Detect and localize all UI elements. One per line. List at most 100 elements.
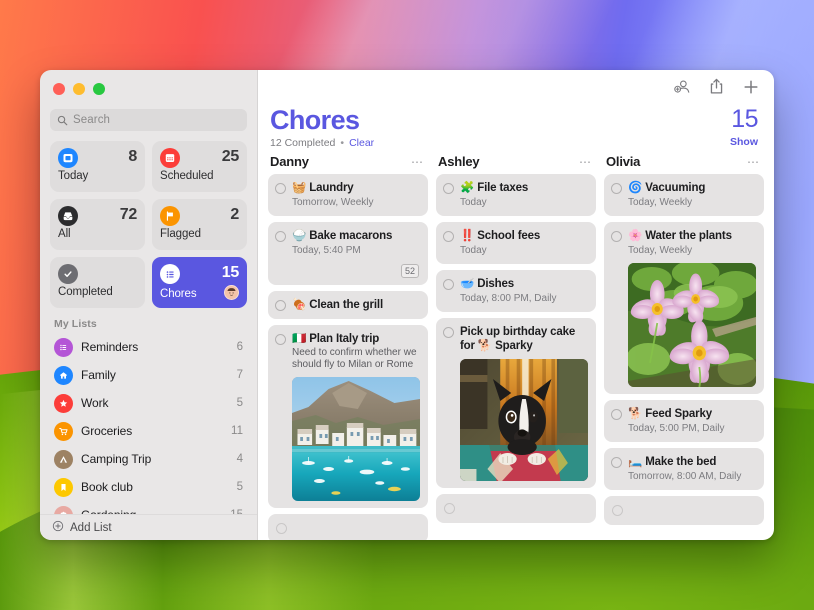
smart-list-today[interactable]: 8 Today <box>50 141 145 192</box>
italy-coast-photo[interactable] <box>292 377 420 501</box>
task-title-text: Clean the grill <box>309 299 383 311</box>
smart-list-scheduled[interactable]: 25 Scheduled <box>152 141 247 192</box>
main-content: Chores 12 Completed • Clear 15 Show Da <box>258 70 774 540</box>
task-checkbox[interactable] <box>275 231 286 242</box>
completed-count-label: 12 Completed <box>270 137 335 149</box>
add-list-button[interactable]: Add List <box>40 514 257 540</box>
column-tasks: 🌀 Vacuuming Today, Weekly 🌸 Water the pl… <box>604 174 764 540</box>
task-row[interactable]: 🧩 File taxes Today <box>436 174 596 216</box>
smart-list-chores[interactable]: 15 Chores <box>152 257 247 308</box>
search-input[interactable]: Search <box>50 109 247 131</box>
page-title: Chores <box>270 105 374 135</box>
dog-on-rug-photo[interactable] <box>460 359 588 481</box>
all-count: 72 <box>120 206 137 224</box>
star-icon <box>54 394 73 413</box>
plus-circle-icon <box>52 519 64 537</box>
task-checkbox[interactable] <box>612 505 623 516</box>
task-emoji: 🍚 <box>292 230 306 242</box>
smart-list-completed[interactable]: Completed <box>50 257 145 308</box>
task-row-empty[interactable] <box>268 514 428 540</box>
sidebar-item-reminders[interactable]: Reminders 6 <box>48 333 249 361</box>
task-checkbox[interactable] <box>275 300 286 311</box>
sidebar-item-work[interactable]: Work 5 <box>48 389 249 417</box>
task-title-text: Pick up birthday cake for 🐕 Sparky <box>460 325 588 353</box>
task-checkbox[interactable] <box>443 327 454 338</box>
task-row[interactable]: 🛏️ Make the bed Tomorrow, 8:00 AM, Daily <box>604 448 764 490</box>
smart-list-flagged[interactable]: 2 Flagged <box>152 199 247 250</box>
scheduled-calendar-icon <box>160 148 180 168</box>
task-checkbox[interactable] <box>276 523 287 534</box>
list-count: 6 <box>237 341 243 353</box>
pink-cosmos-flowers-photo[interactable] <box>628 263 756 387</box>
column-more-button[interactable]: ⋯ <box>579 158 592 166</box>
smart-list-all[interactable]: 72 All <box>50 199 145 250</box>
task-row[interactable]: 🥣 Dishes Today, 8:00 PM, Daily <box>436 270 596 312</box>
clear-button[interactable]: Clear <box>349 137 374 149</box>
task-row[interactable]: 🍚 Bake macarons Today, 5:40 PM 52 <box>268 222 428 285</box>
task-checkbox[interactable] <box>443 279 454 290</box>
my-lists-container: Reminders 6 Family 7 Work 5 <box>40 333 257 540</box>
task-title-text: Plan Italy trip <box>309 333 379 345</box>
task-checkbox[interactable] <box>275 183 286 194</box>
share-icon[interactable] <box>708 78 725 95</box>
task-checkbox[interactable] <box>611 231 622 242</box>
task-checkbox[interactable] <box>611 457 622 468</box>
close-button[interactable] <box>53 83 65 95</box>
column-more-button[interactable]: ⋯ <box>411 158 424 166</box>
plus-icon[interactable] <box>742 78 759 95</box>
task-row[interactable]: 🇮🇹 Plan Italy trip Need to confirm wheth… <box>268 325 428 508</box>
sidebar-item-book-club[interactable]: Book club 5 <box>48 473 249 501</box>
column-ashley: Ashley ⋯ 🧩 File taxes Today <box>436 154 596 540</box>
task-badge: 52 <box>401 264 419 278</box>
task-emoji: 🧺 <box>292 182 306 194</box>
task-emoji: 🛏️ <box>628 456 642 468</box>
task-subtitle: Today, 5:40 PM <box>292 244 420 257</box>
task-row[interactable]: 🧺 Laundry Tomorrow, Weekly <box>268 174 428 216</box>
sidebar-item-family[interactable]: Family 7 <box>48 361 249 389</box>
column-header: Ashley ⋯ <box>436 154 596 174</box>
list-count: 4 <box>237 453 243 465</box>
task-title-text: File taxes <box>477 182 528 194</box>
task-subtitle: Today <box>460 196 588 209</box>
task-emoji: 🐕 <box>628 408 642 420</box>
list-label: Reminders <box>81 340 229 354</box>
list-bullet-icon <box>160 264 180 284</box>
task-checkbox[interactable] <box>444 503 455 514</box>
task-row[interactable]: 🌸 Water the plants Today, Weekly <box>604 222 764 394</box>
task-checkbox[interactable] <box>611 183 622 194</box>
task-row[interactable]: Pick up birthday cake for 🐕 Sparky <box>436 318 596 488</box>
task-title-text: Dishes <box>477 278 514 290</box>
task-title: 🇮🇹 Plan Italy trip <box>292 332 420 346</box>
scheduled-label: Scheduled <box>160 170 239 182</box>
task-checkbox[interactable] <box>443 183 454 194</box>
show-completed-button[interactable]: Show <box>730 136 758 148</box>
task-emoji: 🌀 <box>628 182 642 194</box>
task-emoji: 🌸 <box>628 230 642 242</box>
task-row[interactable]: 🌀 Vacuuming Today, Weekly <box>604 174 764 216</box>
search-container: Search <box>40 103 257 139</box>
task-row[interactable]: 🐕 Feed Sparky Today, 5:00 PM, Daily <box>604 400 764 442</box>
zoom-button[interactable] <box>93 83 105 95</box>
task-row-empty[interactable] <box>436 494 596 523</box>
list-label: Work <box>81 396 229 410</box>
sidebar-item-groceries[interactable]: Groceries 11 <box>48 417 249 445</box>
column-more-button[interactable]: ⋯ <box>747 158 760 166</box>
sidebar-item-camping-trip[interactable]: Camping Trip 4 <box>48 445 249 473</box>
list-label: Groceries <box>81 424 223 438</box>
task-row[interactable]: 🍖 Clean the grill <box>268 291 428 319</box>
task-checkbox[interactable] <box>275 334 286 345</box>
task-subtitle: Tomorrow, 8:00 AM, Daily <box>628 470 756 483</box>
task-row[interactable]: ‼️ School fees Today <box>436 222 596 264</box>
task-checkbox[interactable] <box>443 231 454 242</box>
person-add-icon[interactable] <box>674 78 691 95</box>
column-title: Ashley <box>438 154 479 169</box>
task-checkbox[interactable] <box>611 409 622 420</box>
reminders-window: Search 8 Today <box>40 70 774 540</box>
search-placeholder: Search <box>73 114 110 126</box>
minimize-button[interactable] <box>73 83 85 95</box>
task-row-empty[interactable] <box>604 496 764 525</box>
list-count: 11 <box>231 425 243 437</box>
bookmark-icon <box>54 478 73 497</box>
scheduled-count: 25 <box>222 148 239 166</box>
task-title: 🌸 Water the plants <box>628 229 756 243</box>
